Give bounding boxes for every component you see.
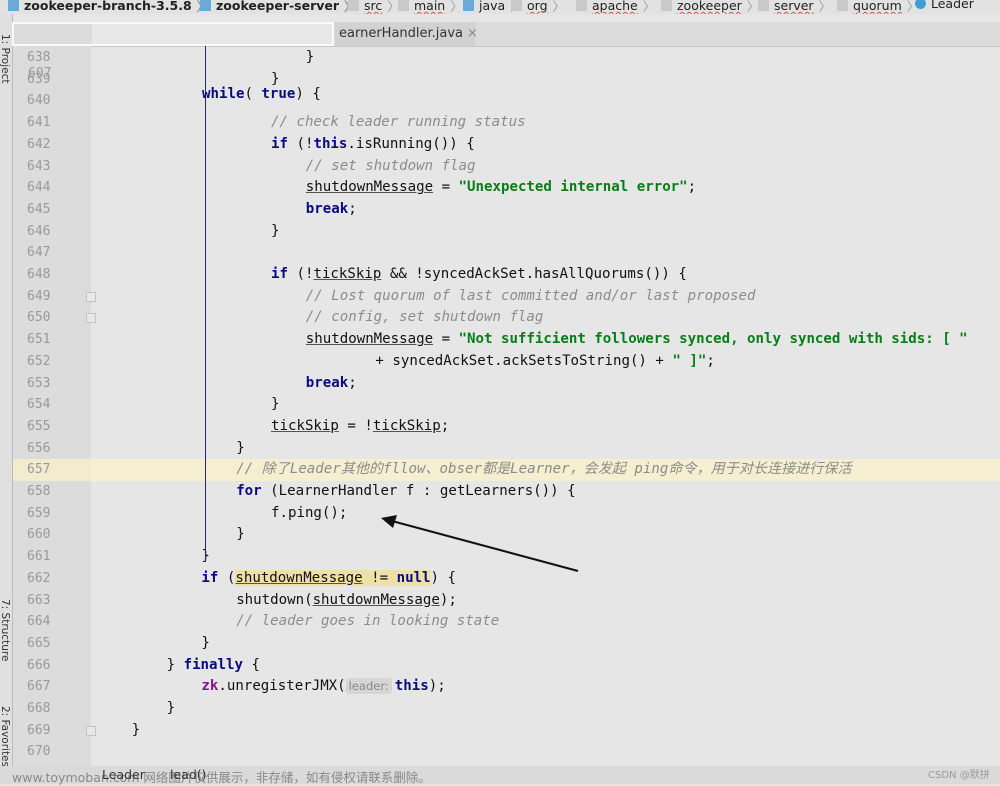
breadcrumb-method[interactable]: lead() [170,767,207,782]
status-bar: www.toymoban.com 网络图片仅供展示，非存储，如有侵权请联系删除。… [0,766,1000,785]
arrow-head [381,515,397,528]
watermark-text: www.toymoban.com 网络图片仅供展示，非存储，如有侵权请联系删除。 [12,770,431,785]
credit-watermark: CSDN @默拼 [928,770,990,781]
breadcrumb-class[interactable]: Leader [102,767,145,782]
arrow-shaft [391,520,579,572]
annotation-arrow [381,515,579,572]
